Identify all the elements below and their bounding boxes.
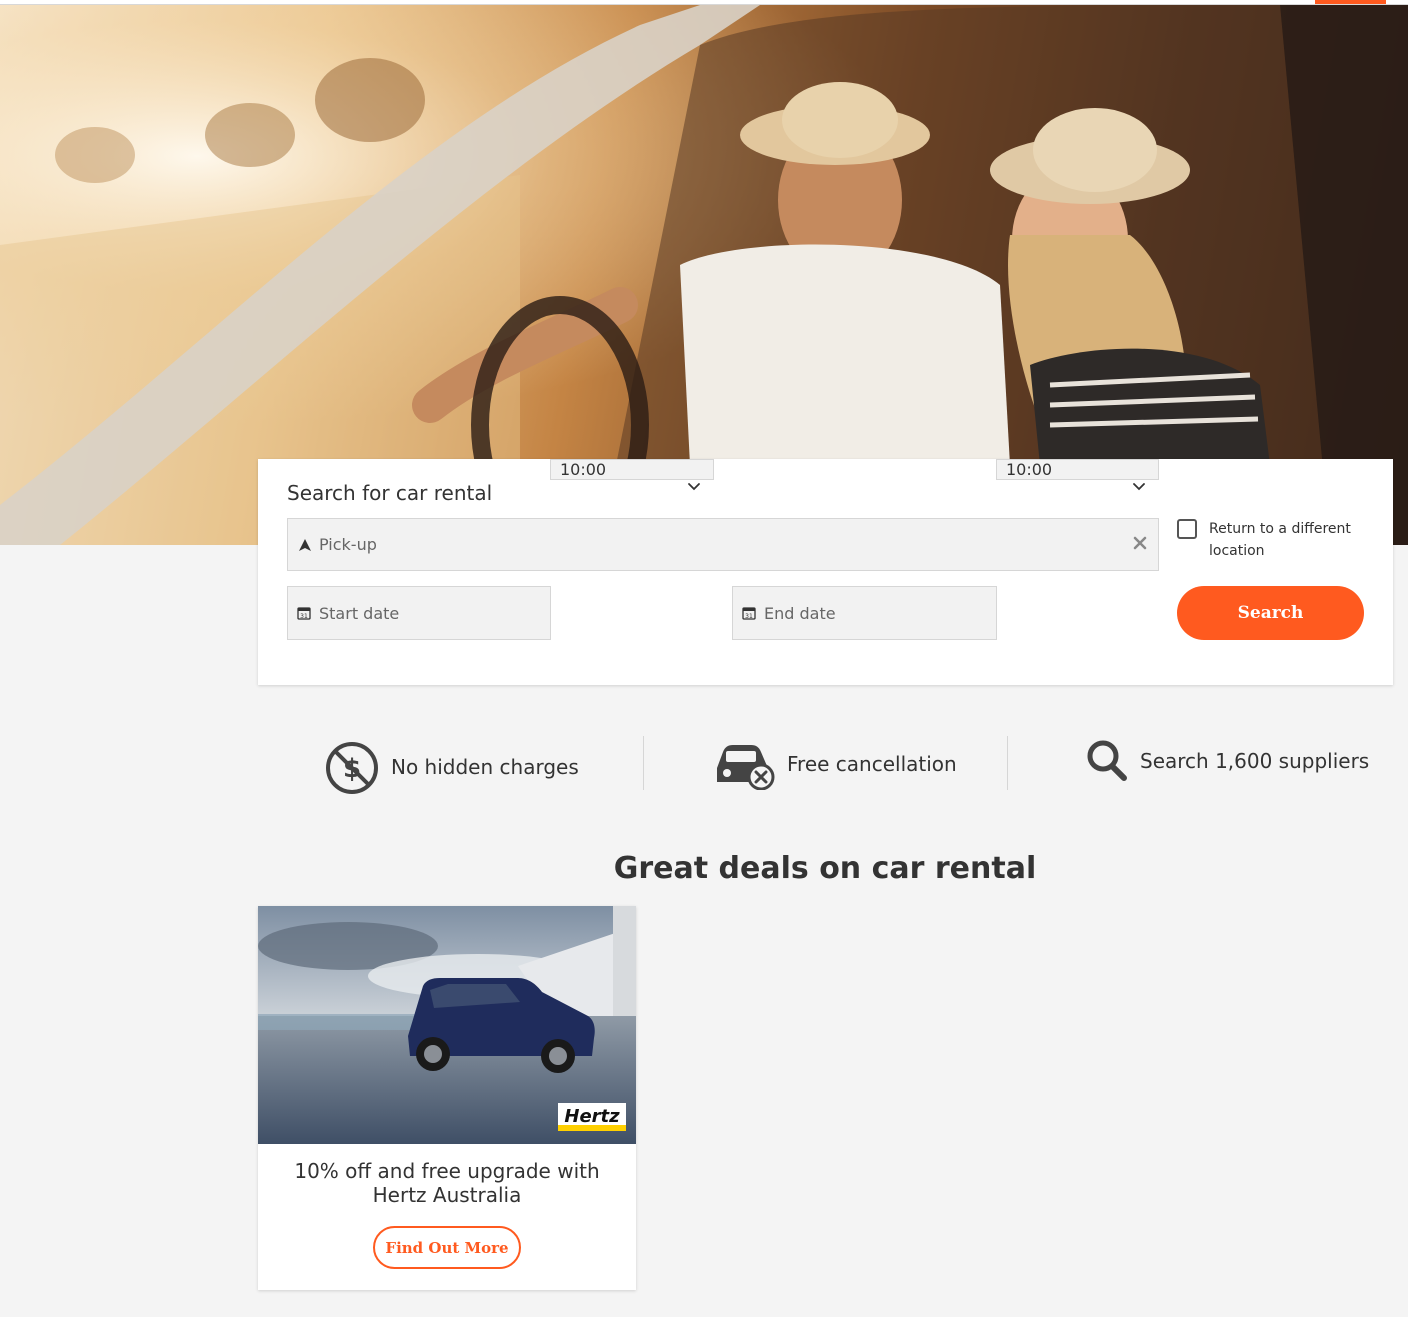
- calendar-icon: 31: [297, 607, 311, 620]
- end-time-select[interactable]: 10:00: [996, 459, 1159, 491]
- pickup-placeholder: Pick-up: [319, 535, 377, 554]
- feature-no-hidden-charges: $ No hidden charges: [325, 738, 579, 796]
- deals-title: Great deals on car rental: [613, 851, 1037, 886]
- return-different-location-label: Return to a different location: [1209, 521, 1351, 559]
- start-time-select[interactable]: 10:00: [550, 459, 714, 491]
- feature-search-suppliers: Search 1,600 suppliers: [1086, 738, 1369, 784]
- feature-free-cancellation: Free cancellation: [713, 738, 957, 790]
- feature-label: Search 1,600 suppliers: [1140, 749, 1370, 773]
- search-title: Search for car rental: [287, 481, 493, 505]
- return-different-location-checkbox[interactable]: [1177, 519, 1197, 539]
- find-out-more-button[interactable]: Find Out More: [373, 1226, 521, 1269]
- deal-image: Hertz: [258, 906, 636, 1144]
- navigation-arrow-icon: [299, 538, 311, 551]
- start-date-placeholder: Start date: [319, 603, 400, 623]
- feature-label: Free cancellation: [787, 752, 957, 776]
- svg-text:$: $: [343, 754, 361, 784]
- svg-text:31: 31: [745, 613, 753, 620]
- search-panel: Search for car rental Pick-up Return to …: [258, 459, 1393, 685]
- deal-car-photo: Hertz: [258, 906, 636, 1144]
- svg-text:31: 31: [300, 613, 308, 620]
- deal-description: 10% off and free upgrade with Hertz Aust…: [294, 1159, 600, 1207]
- hertz-logo-text: Hertz: [564, 1106, 620, 1127]
- start-time-value: 10:00: [560, 460, 607, 479]
- feature-label: No hidden charges: [391, 755, 579, 779]
- feature-divider: [1007, 736, 1008, 790]
- feature-divider: [643, 736, 644, 790]
- no-dollar-icon: $: [326, 742, 378, 794]
- magnifier-icon: [1087, 740, 1127, 781]
- calendar-icon: 31: [742, 607, 756, 620]
- end-time-value: 10:00: [1006, 460, 1053, 479]
- chevron-down-icon: [1133, 483, 1145, 491]
- clear-icon[interactable]: [1132, 535, 1148, 551]
- pickup-field[interactable]: Pick-up: [287, 518, 1159, 571]
- car-cancel-icon: [717, 745, 775, 790]
- top-accent-bar: [1315, 0, 1386, 4]
- deal-card[interactable]: Hertz 10% off and free upgrade with Hert…: [258, 906, 636, 1290]
- start-date-field[interactable]: 31 Start date: [287, 586, 551, 640]
- search-button[interactable]: Search: [1177, 586, 1364, 640]
- end-date-field[interactable]: 31 End date: [732, 586, 997, 640]
- end-date-placeholder: End date: [764, 603, 836, 623]
- chevron-down-icon: [688, 483, 700, 491]
